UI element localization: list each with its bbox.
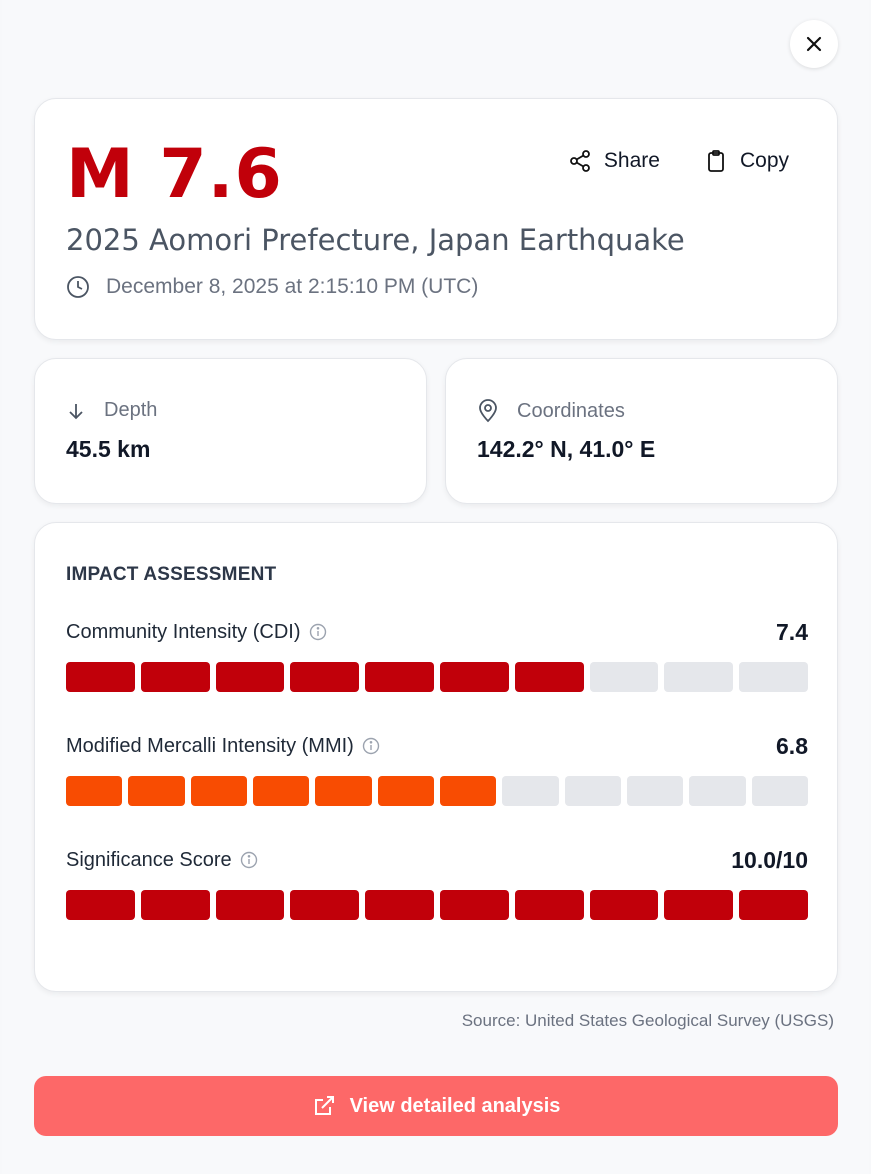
segment-filled bbox=[739, 890, 808, 920]
map-pin-icon bbox=[477, 399, 499, 423]
segment-filled bbox=[365, 662, 434, 692]
segment-filled bbox=[128, 776, 185, 806]
coordinates-label-row: Coordinates bbox=[477, 399, 625, 423]
segment-filled bbox=[589, 890, 659, 920]
info-icon[interactable] bbox=[309, 623, 327, 641]
segment-filled bbox=[66, 890, 135, 920]
source-note: Source: United States Geological Survey … bbox=[461, 1011, 834, 1030]
view-detailed-analysis-button[interactable]: View detailed analysis bbox=[34, 1076, 838, 1136]
coordinates-card: Coordinates 142.2° N, 41.0° E bbox=[445, 358, 838, 504]
close-button[interactable] bbox=[790, 20, 838, 68]
mmi-value: 6.8 bbox=[776, 732, 808, 759]
segment-empty bbox=[589, 662, 659, 692]
segment-filled bbox=[514, 890, 584, 920]
mmi-label: Modified Mercalli Intensity (MMI) bbox=[66, 734, 354, 757]
info-icon[interactable] bbox=[240, 851, 258, 869]
mmi-metric: Modified Mercalli Intensity (MMI) 6.8 bbox=[66, 731, 808, 806]
coordinates-label: Coordinates bbox=[517, 399, 625, 422]
cta-label: View detailed analysis bbox=[349, 1094, 561, 1117]
segment-filled bbox=[290, 890, 360, 920]
segment-filled bbox=[514, 662, 584, 692]
share-button[interactable]: Share bbox=[568, 149, 660, 173]
impact-assessment-card: IMPACT ASSESSMENT Community Intensity (C… bbox=[34, 522, 838, 992]
coordinates-value: 142.2° N, 41.0° E bbox=[477, 436, 656, 462]
event-summary-card: M 7.6 Share Copy 2025 Aomori Prefecture,… bbox=[34, 98, 838, 340]
segment-empty bbox=[689, 776, 746, 806]
segment-filled bbox=[315, 776, 372, 806]
event-datetime: December 8, 2025 at 2:15:10 PM (UTC) bbox=[66, 275, 478, 299]
cdi-label: Community Intensity (CDI) bbox=[66, 620, 301, 643]
segment-filled bbox=[252, 776, 310, 806]
segment-filled bbox=[140, 890, 210, 920]
close-icon bbox=[805, 35, 823, 53]
segment-filled bbox=[439, 662, 509, 692]
event-title: 2025 Aomori Prefecture, Japan Earthquake bbox=[66, 223, 685, 257]
cdi-bar bbox=[66, 662, 808, 692]
segment-filled bbox=[66, 662, 135, 692]
segment-empty bbox=[739, 662, 808, 692]
impact-heading: IMPACT ASSESSMENT bbox=[66, 564, 277, 585]
segment-filled bbox=[215, 662, 285, 692]
cdi-metric: Community Intensity (CDI) 7.4 bbox=[66, 617, 808, 692]
segment-filled bbox=[439, 776, 497, 806]
segment-empty bbox=[626, 776, 684, 806]
depth-label-row: Depth bbox=[66, 399, 157, 422]
share-icon bbox=[568, 149, 592, 173]
copy-label: Copy bbox=[739, 149, 789, 172]
info-icon[interactable] bbox=[362, 737, 380, 755]
depth-card: Depth 45.5 km bbox=[34, 358, 427, 504]
segment-filled bbox=[439, 890, 509, 920]
mmi-bar bbox=[66, 776, 808, 806]
segment-filled bbox=[365, 890, 434, 920]
clock-icon bbox=[66, 275, 90, 299]
segment-empty bbox=[564, 776, 621, 806]
arrow-down-icon bbox=[66, 401, 86, 421]
segment-filled bbox=[66, 776, 123, 806]
datetime-text: December 8, 2025 at 2:15:10 PM (UTC) bbox=[106, 275, 479, 298]
magnitude: M 7.6 bbox=[66, 135, 283, 214]
segment-filled bbox=[215, 890, 285, 920]
clipboard-icon bbox=[704, 149, 728, 173]
external-link-icon bbox=[312, 1094, 336, 1118]
significance-bar bbox=[66, 890, 808, 920]
significance-metric: Significance Score 10.0/10 bbox=[66, 845, 808, 920]
copy-button[interactable]: Copy bbox=[704, 149, 789, 173]
share-label: Share bbox=[603, 149, 660, 172]
segment-filled bbox=[664, 890, 734, 920]
significance-value: 10.0/10 bbox=[731, 846, 808, 873]
segment-filled bbox=[377, 776, 434, 806]
depth-label: Depth bbox=[104, 399, 158, 421]
action-bar: Share Copy bbox=[568, 149, 789, 173]
significance-label: Significance Score bbox=[66, 848, 232, 871]
depth-value: 45.5 km bbox=[66, 436, 151, 462]
earthquake-detail-panel: M 7.6 Share Copy 2025 Aomori Prefecture,… bbox=[2, 0, 869, 1174]
segment-filled bbox=[140, 662, 210, 692]
segment-empty bbox=[664, 662, 734, 692]
cdi-value: 7.4 bbox=[776, 618, 808, 645]
segment-empty bbox=[751, 776, 808, 806]
segment-empty bbox=[502, 776, 559, 806]
segment-filled bbox=[290, 662, 360, 692]
segment-filled bbox=[190, 776, 247, 806]
